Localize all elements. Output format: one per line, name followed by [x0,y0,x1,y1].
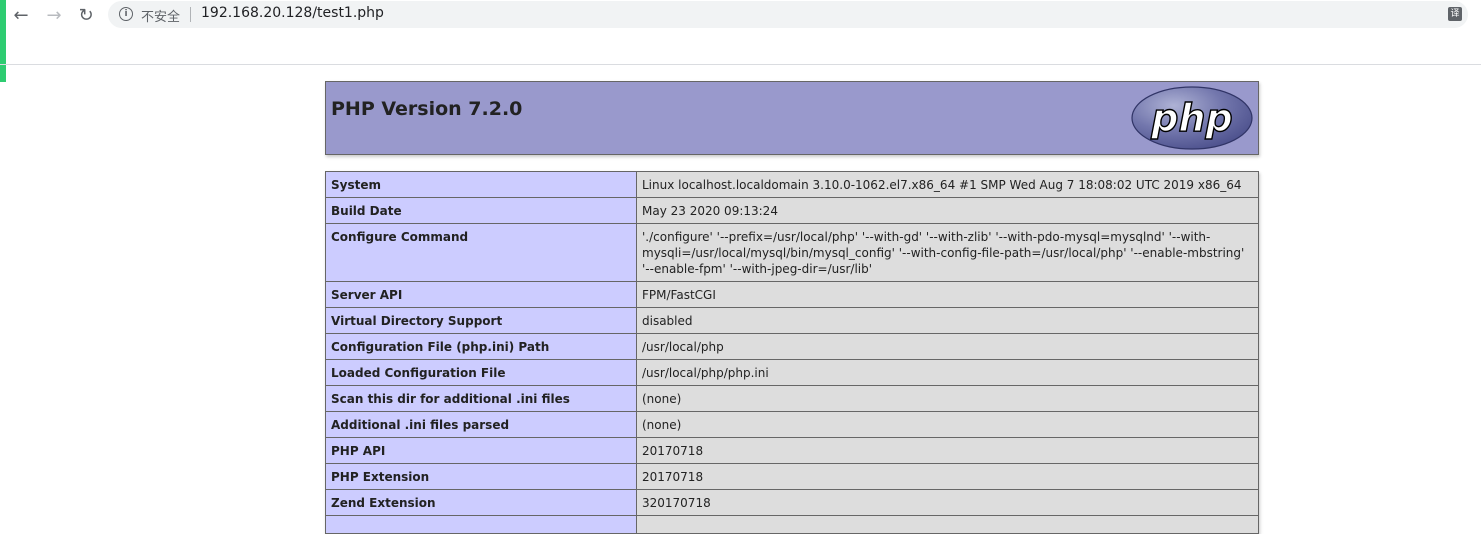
row-key: Configuration File (php.ini) Path [325,333,637,360]
table-row: Configure Command './configure' '--prefix… [325,223,1259,282]
row-value [636,515,1259,534]
phpinfo-table: System Linux localhost.localdomain 3.10.0… [325,171,1259,534]
address-separator [190,7,191,22]
url-text[interactable]: 192.168.20.128/test1.php [201,5,384,21]
row-key: Additional .ini files parsed [325,411,637,438]
row-key: Build Date [325,197,637,224]
info-icon[interactable]: i [119,7,133,21]
insecure-label[interactable]: 不安全 [141,6,180,25]
row-key: Loaded Configuration File [325,359,637,386]
php-logo-text: php [1150,96,1232,140]
row-value: './configure' '--prefix=/usr/local/php' … [636,223,1259,282]
row-key: Server API [325,281,637,308]
table-row: Additional .ini files parsed (none) [325,411,1259,438]
row-value: /usr/local/php/php.ini [636,359,1259,386]
phpinfo-header: PHP Version 7.2.0 php [325,81,1259,155]
row-value: 320170718 [636,489,1259,516]
row-value: Linux localhost.localdomain 3.10.0-1062.… [636,171,1259,198]
row-key: System [325,171,637,198]
table-row: Zend Extension 320170718 [325,489,1259,516]
table-row: Scan this dir for additional .ini files(… [325,385,1259,412]
window-accent-strip [0,0,6,82]
row-key: Scan this dir for additional .ini files [325,385,637,412]
toolbar-divider [0,64,1481,65]
table-row: Server API FPM/FastCGI [325,281,1259,308]
row-key: Configure Command [325,223,637,282]
row-key: PHP API [325,437,637,464]
row-key: Virtual Directory Support [325,307,637,334]
table-row: PHP Extension 20170718 [325,463,1259,490]
forward-arrow-icon[interactable]: → [42,3,66,27]
php-logo[interactable]: php [1131,86,1253,150]
table-row: Configuration File (php.ini) Path/usr/lo… [325,333,1259,360]
row-value: FPM/FastCGI [636,281,1259,308]
row-value: (none) [636,385,1259,412]
row-key [325,515,637,534]
translate-icon[interactable]: 译 [1448,7,1462,21]
row-value: /usr/local/php [636,333,1259,360]
row-value: May 23 2020 09:13:24 [636,197,1259,224]
table-row [325,515,1259,534]
table-row: Loaded Configuration File/usr/local/php/… [325,359,1259,386]
table-row: Virtual Directory Support disabled [325,307,1259,334]
row-value: disabled [636,307,1259,334]
row-key: PHP Extension [325,463,637,490]
table-row: Build Date May 23 2020 09:13:24 [325,197,1259,224]
address-bar[interactable]: i 不安全 192.168.20.128/test1.php 译 [108,1,1468,28]
table-row: PHP API 20170718 [325,437,1259,464]
row-key: Zend Extension [325,489,637,516]
back-arrow-icon[interactable]: ← [9,3,33,27]
browser-toolbar: ← → ↻ i 不安全 192.168.20.128/test1.php 译 [0,0,1481,30]
page-title: PHP Version 7.2.0 [331,98,523,120]
row-value: (none) [636,411,1259,438]
row-value: 20170718 [636,437,1259,464]
table-row: System Linux localhost.localdomain 3.10.0… [325,171,1259,198]
reload-icon[interactable]: ↻ [74,3,98,27]
row-value: 20170718 [636,463,1259,490]
